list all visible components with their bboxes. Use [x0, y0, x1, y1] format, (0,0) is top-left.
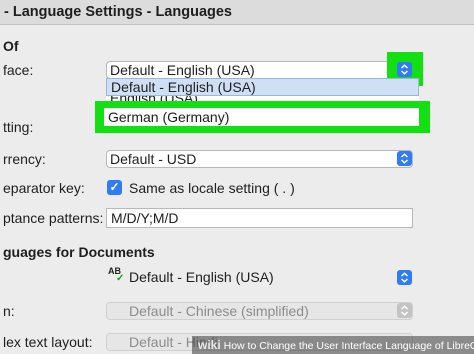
same-as-locale-checkbox[interactable]: ✓: [107, 180, 122, 195]
acceptance-patterns-value: M/D/Y;M/D: [111, 210, 179, 226]
check-icon: ✓: [109, 180, 120, 194]
western-value: Default - English (USA): [129, 269, 274, 285]
asian-value: Default - Chinese (simplified): [129, 303, 309, 319]
ui-language-label: face:: [3, 62, 34, 78]
dropdown-option-label: German (Germany): [108, 109, 230, 125]
dropdown-option-label: Default - English (USA): [111, 79, 256, 95]
currency-select[interactable]: Default - USD: [106, 150, 413, 168]
asian-label: n:: [3, 303, 15, 319]
chevron-updown-icon: [400, 153, 409, 164]
currency-label: rrency:: [3, 151, 46, 167]
section-language-of: Of: [3, 38, 19, 54]
locale-setting-label: tting:: [3, 119, 34, 135]
watermark: wiki How to Change the User Interface La…: [192, 336, 474, 354]
currency-value: Default - USD: [110, 151, 197, 167]
section-languages-for-documents: guages for Documents: [3, 244, 155, 260]
ui-language-select[interactable]: Default - English (USA): [106, 61, 419, 79]
asian-select[interactable]: Default - Chinese (simplified): [106, 302, 413, 320]
chevron-updown-icon: [400, 272, 409, 283]
ctl-label: lex text layout:: [3, 334, 93, 350]
currency-stepper[interactable]: [397, 151, 412, 166]
watermark-text: How to Change the User Interface Languag…: [223, 340, 474, 352]
window-title: - Language Settings - Languages: [4, 4, 232, 20]
dropdown-option-selected[interactable]: Default - English (USA): [106, 78, 419, 96]
window-titlebar: - Language Settings - Languages: [0, 0, 474, 25]
acceptance-patterns-label: ptance patterns:: [3, 210, 104, 226]
dropdown-option-german[interactable]: German (Germany): [104, 108, 419, 126]
acceptance-patterns-input[interactable]: M/D/Y;M/D: [106, 208, 413, 228]
same-as-locale-label: Same as locale setting ( . ): [129, 180, 295, 196]
western-language-icon: AB ✓: [108, 266, 125, 284]
decimal-separator-label: eparator key:: [3, 180, 85, 196]
ui-language-stepper[interactable]: [397, 62, 412, 77]
watermark-brand: wiki: [198, 338, 221, 352]
chevron-updown-icon: [400, 305, 409, 316]
chevron-updown-icon: [400, 64, 409, 75]
western-stepper[interactable]: [397, 270, 412, 285]
ui-language-value: Default - English (USA): [110, 62, 255, 78]
asian-stepper[interactable]: [397, 303, 412, 318]
